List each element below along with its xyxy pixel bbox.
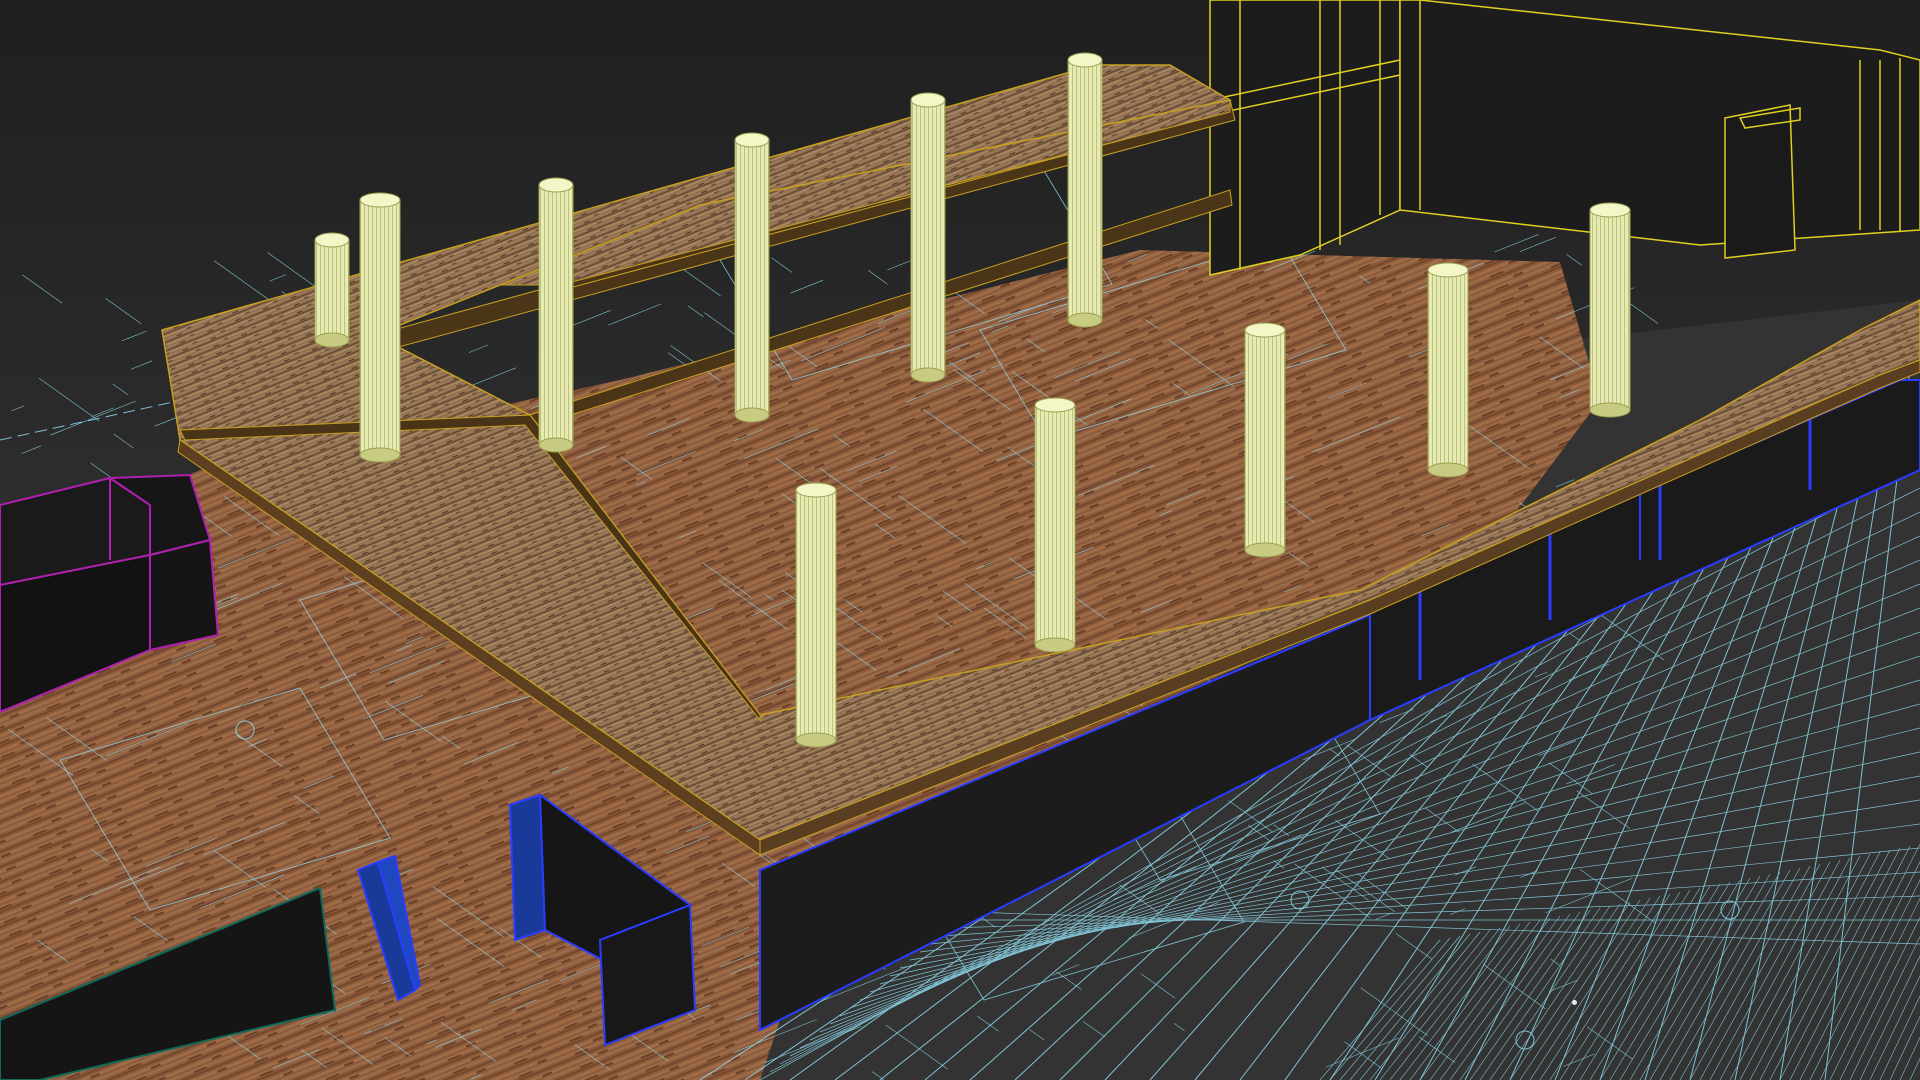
viewport-cursor-dot — [1572, 1000, 1577, 1005]
column-2[interactable] — [538, 177, 574, 453]
column-10[interactable] — [795, 482, 837, 748]
column-8[interactable] — [1244, 322, 1286, 558]
column-3[interactable] — [734, 132, 770, 423]
scene-canvas[interactable] — [0, 0, 1920, 1080]
column-5[interactable] — [1067, 52, 1103, 328]
column-1[interactable] — [314, 232, 350, 348]
column-4[interactable] — [910, 92, 946, 383]
column-7[interactable] — [1427, 262, 1469, 478]
column-9[interactable] — [1034, 397, 1076, 653]
column-6[interactable] — [1589, 202, 1631, 418]
column-11[interactable] — [359, 192, 401, 463]
3d-viewport[interactable] — [0, 0, 1920, 1080]
